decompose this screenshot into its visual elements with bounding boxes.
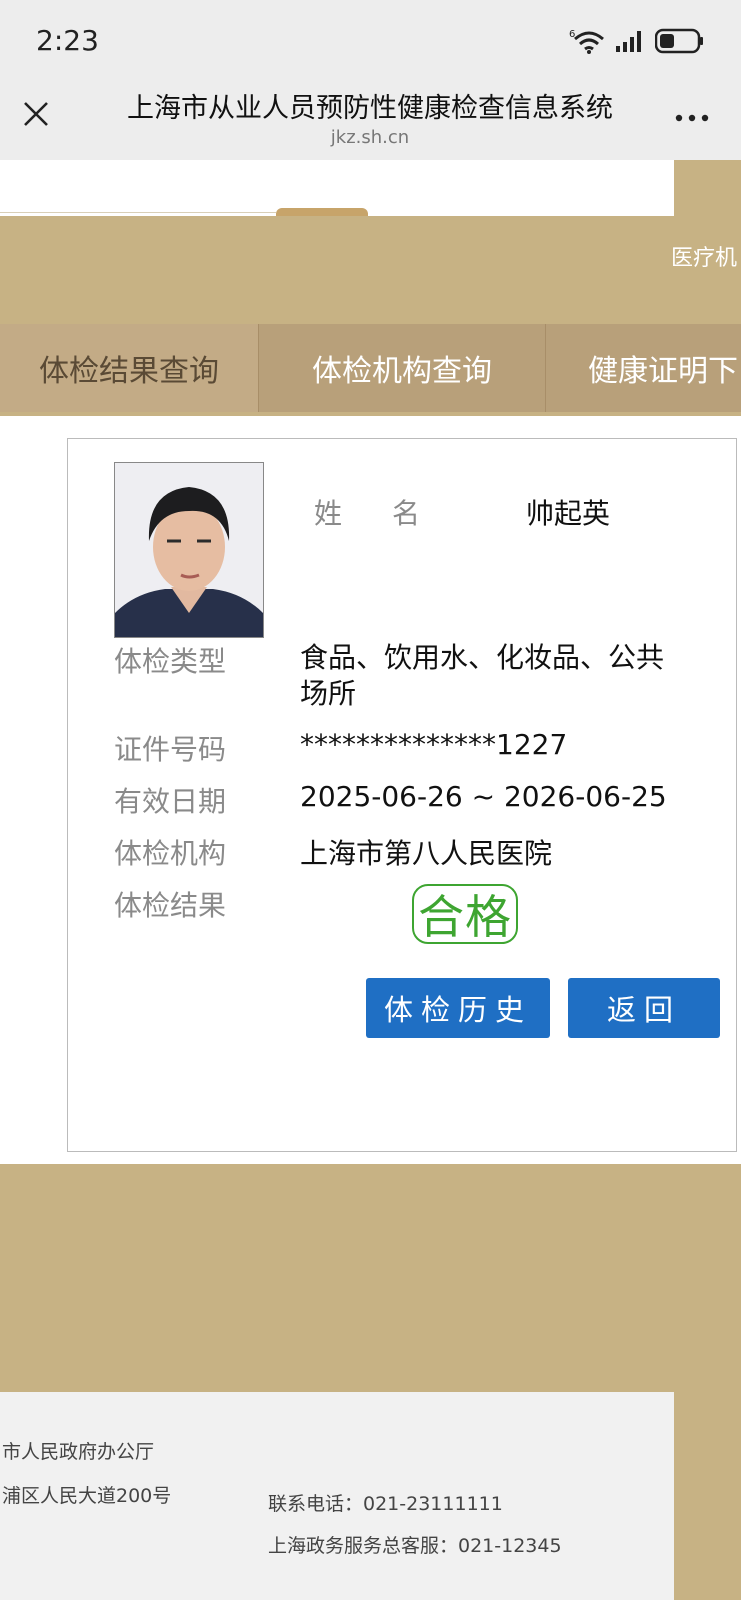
footer-phone: 联系电话：021-23111111 [268,1493,503,1515]
name-value: 帅起英 [526,497,611,530]
footer-hotline: 上海政务服务总客服：021-12345 [268,1535,562,1557]
more-icon [675,114,709,122]
close-button[interactable] [14,92,58,136]
status-time: 2:23 [36,24,99,57]
back-button[interactable]: 返回 [568,978,720,1038]
svg-text:6: 6 [569,29,575,40]
nav-institution-query[interactable]: 体检机构查询 [259,324,546,412]
exam-type-label: 体检类型 [114,645,227,678]
result-stamp: 合格 [412,884,518,944]
close-icon [24,102,48,126]
institution-label: 体检机构 [114,837,227,870]
medical-org-link[interactable]: 医疗机 [671,240,737,272]
header-band [0,216,741,324]
name-label: 姓名 [314,497,471,530]
signal-icon [616,31,641,52]
footer-sponsor: 市人民政府办公厅 [2,1441,155,1463]
institution-value: 上海市第八人民医院 [300,837,553,870]
search-button[interactable] [276,208,368,216]
exam-type-value: 食品、饮用水、化妆品、公共场所 [300,641,665,710]
person-photo [114,462,264,638]
wifi-icon: 6 [569,29,604,54]
battery-icon [655,28,703,54]
more-options-button[interactable] [670,100,714,136]
portrait-image [115,463,263,637]
footer-address: 浦区人民大道200号 [2,1485,172,1507]
result-label: 体检结果 [114,889,227,922]
id-number-label: 证件号码 [114,733,227,766]
browser-title: 上海市从业人员预防性健康检查信息系统 [127,93,613,124]
valid-date-label: 有效日期 [114,785,227,818]
search-input[interactable] [0,212,276,213]
valid-date-value: 2025-06-26 ~ 2026-06-25 [300,780,667,813]
nav-result-query[interactable]: 体检结果查询 [0,324,259,412]
exam-history-button[interactable]: 体检历史 [366,978,550,1038]
main-nav: 体检结果查询 体检机构查询 健康证明下 [0,324,741,412]
status-icons: 6 [569,26,705,56]
id-number-value: **************1227 [300,728,568,761]
browser-url: jkz.sh.cn [330,127,410,148]
nav-certificate-download[interactable]: 健康证明下 [546,324,741,412]
